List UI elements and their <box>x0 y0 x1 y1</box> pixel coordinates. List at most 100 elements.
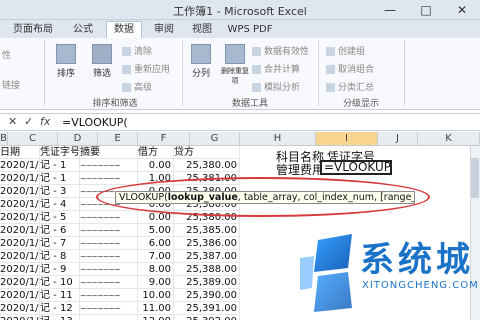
filter-button[interactable]: 筛选 <box>88 44 116 79</box>
cell-voucher[interactable]: 记 - 13 <box>40 315 80 320</box>
text-to-columns-button[interactable]: 分列 <box>186 44 216 79</box>
data-validation-item[interactable]: 数据有效性 <box>252 44 309 57</box>
cell-summary[interactable]: ~~~~~~~ <box>80 159 138 172</box>
advanced-item[interactable]: 高级 <box>122 80 152 93</box>
cell-voucher[interactable]: 记 - 3 <box>40 185 80 198</box>
remove-duplicates-button[interactable]: 删除重复项 <box>220 44 250 86</box>
scrollbar-thumb[interactable] <box>471 158 479 198</box>
consolidate-item[interactable]: 合并计算 <box>252 62 300 75</box>
cell-voucher[interactable]: 记 - 7 <box>40 237 80 250</box>
cell-debit[interactable]: 12.00 <box>138 315 174 320</box>
cell-date[interactable]: 2020/1/14 <box>0 302 40 315</box>
cell-debit[interactable]: 10.00 <box>138 289 174 302</box>
cell-credit[interactable]: 25,385.00 <box>174 224 240 237</box>
column-header-g[interactable]: G <box>190 132 240 146</box>
cell-summary[interactable]: ~~~~~~~ <box>80 211 138 224</box>
maximize-button[interactable]: □ <box>408 0 444 20</box>
clear-item[interactable]: 清除 <box>122 44 152 57</box>
cell-debit[interactable]: 0.00 <box>138 159 174 172</box>
cancel-icon[interactable]: ✕ <box>8 115 17 128</box>
header-voucher[interactable]: 凭证字号 <box>40 146 80 159</box>
cell-summary[interactable]: ~~~~~~~ <box>80 250 138 263</box>
cell-summary[interactable]: ~~~~~~~ <box>80 263 138 276</box>
column-header-i-selected[interactable]: I <box>316 132 378 146</box>
cell-voucher[interactable]: 记 - 1 <box>40 172 80 185</box>
tab-view[interactable]: 视图 <box>186 22 218 38</box>
tab-formulas[interactable]: 公式 <box>66 22 100 38</box>
column-header-h[interactable]: H <box>240 132 316 146</box>
cell-voucher[interactable]: 记 - 9 <box>40 263 80 276</box>
enter-icon[interactable]: ✓ <box>24 115 33 128</box>
sort-button[interactable]: 排序 <box>52 44 80 79</box>
cell-summary[interactable]: ~~~~~~~ <box>80 237 138 250</box>
admin-expense-label[interactable]: 管理费用 <box>276 161 324 178</box>
cell-credit[interactable]: 25,390.00 <box>174 289 240 302</box>
cell-credit[interactable]: 25,386.00 <box>174 237 240 250</box>
header-debit[interactable]: 借方 <box>138 146 174 159</box>
column-header-d[interactable]: D <box>58 132 98 146</box>
header-date[interactable]: 日期 <box>0 146 40 159</box>
cell-credit[interactable]: 25,391.00 <box>174 302 240 315</box>
cell-voucher[interactable]: 记 - 5 <box>40 211 80 224</box>
close-button[interactable]: ✕ <box>444 0 480 20</box>
ungroup-item[interactable]: 取消组合 <box>326 62 374 75</box>
cell-date[interactable]: 2020/1/6 <box>0 198 40 211</box>
cell-date[interactable]: 2020/1/15 <box>0 315 40 320</box>
cell-debit[interactable]: 11.00 <box>138 302 174 315</box>
tab-wps-pdf[interactable]: WPS PDF <box>224 22 276 38</box>
column-header-c[interactable]: C <box>8 132 58 146</box>
cell-date[interactable]: 2020/1/7 <box>0 211 40 224</box>
minimize-button[interactable]: — <box>372 0 408 20</box>
cell-date[interactable]: 2020/1/10 <box>0 250 40 263</box>
cell-voucher[interactable]: 记 - 12 <box>40 302 80 315</box>
fx-icon[interactable]: fx <box>40 115 50 128</box>
cell-voucher[interactable]: 记 - 1 <box>40 159 80 172</box>
cell-date[interactable]: 2020/1/9 <box>0 237 40 250</box>
reapply-item[interactable]: 重新应用 <box>122 62 170 75</box>
cell-date[interactable]: 2020/1/3 <box>0 159 40 172</box>
cell-voucher[interactable]: 记 - 11 <box>40 289 80 302</box>
cell-voucher[interactable]: 记 - 10 <box>40 276 80 289</box>
cell-debit[interactable]: 5.00 <box>138 224 174 237</box>
what-if-item[interactable]: 模拟分析 <box>252 80 300 93</box>
cell-summary[interactable]: ~~~~~~~ <box>80 276 138 289</box>
cell-voucher[interactable]: 记 - 8 <box>40 250 80 263</box>
tab-review[interactable]: 审阅 <box>148 22 180 38</box>
cell-credit[interactable]: 25,389.00 <box>174 276 240 289</box>
ribbon-left-item-1[interactable]: 性 <box>2 48 11 61</box>
cell-summary[interactable]: ~~~~~~~ <box>80 302 138 315</box>
column-header-k[interactable]: K <box>418 132 480 146</box>
column-header-j[interactable]: J <box>378 132 418 146</box>
cell-summary[interactable]: ~~~~~~~ <box>80 289 138 302</box>
cell-date[interactable]: 2020/1/5 <box>0 185 40 198</box>
header-summary[interactable]: 摘要 <box>80 146 138 159</box>
ribbon-left-item-2[interactable]: 链接 <box>2 78 20 91</box>
group-item[interactable]: 创建组 <box>326 44 365 57</box>
cell-credit[interactable]: 25,388.00 <box>174 263 240 276</box>
active-formula-cell[interactable]: =VLOOKUP( <box>320 160 392 175</box>
cell-date[interactable]: 2020/1/12 <box>0 276 40 289</box>
cell-voucher[interactable]: 记 - 4 <box>40 198 80 211</box>
cell-credit[interactable]: 25,387.00 <box>174 250 240 263</box>
cell-credit[interactable]: 25,392.00 <box>174 315 240 320</box>
tab-data[interactable]: 数据 <box>106 21 142 38</box>
cell-credit[interactable]: 25,380.00 <box>174 159 240 172</box>
formula-input[interactable]: =VLOOKUP( <box>62 116 128 129</box>
column-header-e[interactable]: E <box>98 132 138 146</box>
column-header-f[interactable]: F <box>138 132 190 146</box>
cell-summary[interactable]: ~~~~~~~ <box>80 315 138 320</box>
cell-summary[interactable]: ~~~~~~~ <box>80 172 138 185</box>
cell-debit[interactable]: 9.00 <box>138 276 174 289</box>
column-header-b[interactable]: B <box>0 132 8 146</box>
cell-date[interactable]: 2020/1/11 <box>0 263 40 276</box>
cell-voucher[interactable]: 记 - 6 <box>40 224 80 237</box>
cell-date[interactable]: 2020/1/8 <box>0 224 40 237</box>
cell-date[interactable]: 2020/1/13 <box>0 289 40 302</box>
cell-debit[interactable]: 6.00 <box>138 237 174 250</box>
subtotal-item[interactable]: 分类汇总 <box>326 80 374 93</box>
cell-debit[interactable]: 7.00 <box>138 250 174 263</box>
header-credit[interactable]: 贷方 <box>174 146 240 159</box>
tab-page-layout[interactable]: 页面布局 <box>8 22 58 38</box>
cell-debit[interactable]: 8.00 <box>138 263 174 276</box>
cell-summary[interactable]: ~~~~~~~ <box>80 224 138 237</box>
